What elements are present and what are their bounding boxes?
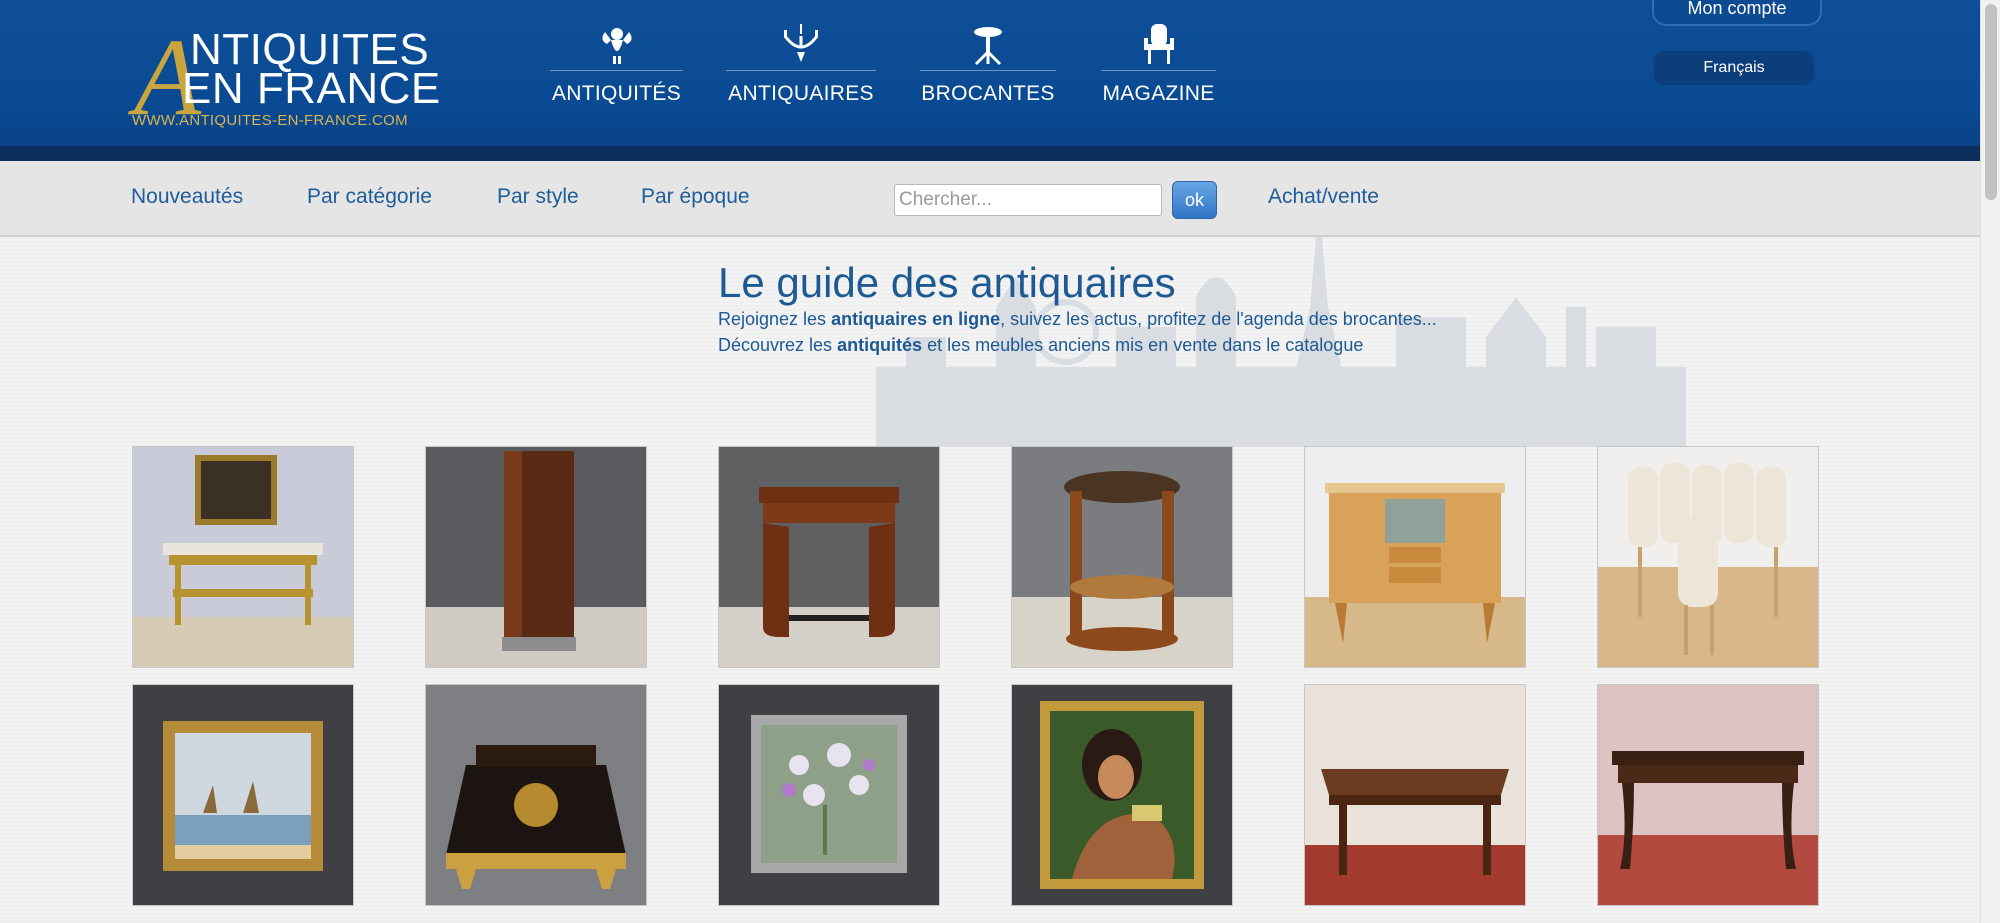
gueridon-table-icon (920, 22, 1056, 70)
product-thumbnail[interactable] (1011, 684, 1233, 906)
subnav-par-epoque[interactable]: Par époque (641, 185, 750, 209)
intro-line-2: Découvrez les antiquités et les meubles … (718, 335, 1364, 355)
link-antiquaires-en-ligne[interactable]: antiquaires en ligne (831, 309, 1000, 329)
site-header: A NTIQUITES EN FRANCE WWW.ANTIQUITES-EN-… (0, 0, 1980, 146)
cherub-icon (550, 22, 683, 70)
subnav-par-style[interactable]: Par style (497, 185, 579, 209)
subnav-par-categorie[interactable]: Par catégorie (307, 185, 432, 209)
category-nav: Nouveautés Par catégorie Par style Par é… (0, 161, 1980, 237)
main-content: Le guide des antiquaires Rejoignez les a… (0, 237, 1980, 923)
scrollbar-thumb[interactable] (1985, 4, 1997, 200)
search-submit-button[interactable]: ok (1172, 181, 1217, 219)
product-thumbnail[interactable] (425, 446, 647, 668)
product-thumbnail[interactable] (132, 684, 354, 906)
product-thumbnail[interactable] (1011, 446, 1233, 668)
link-antiquites[interactable]: antiquités (837, 335, 922, 355)
nav-label: ANTIQUAIRES (728, 82, 874, 105)
subnav-nouveautes[interactable]: Nouveautés (131, 185, 243, 209)
product-thumbnail[interactable] (1597, 684, 1819, 906)
search-input[interactable] (894, 184, 1162, 216)
nav-label: ANTIQUITÉS (551, 82, 681, 105)
page-title: Le guide des antiquaires (718, 259, 1176, 306)
product-thumbnail[interactable] (425, 684, 647, 906)
logo-url: WWW.ANTIQUITES-EN-FRANCE.COM (132, 112, 408, 129)
chandelier-icon (726, 22, 876, 70)
nav-brocantes[interactable]: BROCANTES (920, 22, 1056, 112)
site-logo[interactable]: A NTIQUITES EN FRANCE WWW.ANTIQUITES-EN-… (130, 22, 450, 132)
nav-antiquaires[interactable]: ANTIQUAIRES (726, 22, 876, 112)
nav-antiquites[interactable]: ANTIQUITÉS (550, 22, 683, 112)
nav-label: BROCANTES (921, 82, 1055, 105)
product-thumbnail[interactable] (1304, 446, 1526, 668)
logo-line-2: EN FRANCE (182, 64, 441, 113)
armchair-icon (1101, 22, 1216, 70)
intro-line-1: Rejoignez les antiquaires en ligne, suiv… (718, 309, 1437, 329)
product-thumbnail[interactable] (718, 684, 940, 906)
product-thumbnail[interactable] (1304, 684, 1526, 906)
product-thumbnail[interactable] (132, 446, 354, 668)
header-divider (0, 146, 1980, 161)
product-thumbnail[interactable] (718, 446, 940, 668)
language-selector[interactable]: Français (1654, 51, 1814, 85)
nav-magazine[interactable]: MAGAZINE (1101, 22, 1216, 112)
page-scrollbar[interactable] (1980, 0, 2000, 923)
subnav-achat-vente[interactable]: Achat/vente (1268, 185, 1379, 209)
product-thumbnail[interactable] (1597, 446, 1819, 668)
account-button[interactable]: Mon compte (1652, 0, 1822, 26)
nav-label: MAGAZINE (1102, 82, 1215, 105)
